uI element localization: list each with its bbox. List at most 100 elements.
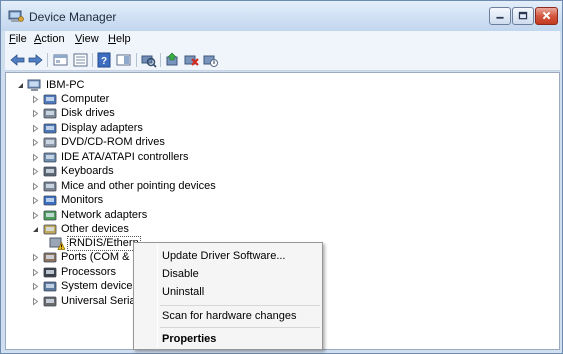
tree-item-monitors[interactable]: Monitors (31, 193, 103, 207)
tree-item-disk-drives[interactable]: Disk drives (31, 106, 115, 120)
usb-icon (43, 296, 57, 306)
expand-arrow-icon[interactable] (31, 297, 40, 306)
tree-item-dvd-cd-rom-drives[interactable]: DVD/CD-ROM drives (31, 135, 165, 149)
dvd-drive-icon (43, 137, 57, 147)
expand-arrow-icon[interactable] (31, 196, 40, 205)
display-adapter-icon (43, 123, 57, 133)
tree-item-label: IDE ATA/ATAPI controllers (61, 150, 189, 163)
toolbar: ? (5, 49, 560, 71)
menu-scan-hardware-changes[interactable]: Scan for hardware changes (136, 306, 320, 326)
close-icon (542, 11, 551, 20)
tree-item-network-adapters[interactable]: Network adapters (31, 208, 147, 222)
help-icon[interactable]: ? (96, 52, 113, 68)
computer-icon (43, 94, 57, 104)
tree-item-ide-ata-atapi-controllers[interactable]: IDE ATA/ATAPI controllers (31, 150, 189, 164)
minimize-icon (496, 16, 504, 19)
tree-item-rndis[interactable]: RNDIS/Ethern (49, 235, 141, 251)
menu-bar: File Action View Help (5, 31, 560, 49)
menu-action[interactable]: Action (34, 33, 65, 45)
tree-item-universal-serial-i[interactable]: Universal Serial I (31, 294, 144, 308)
title-bar[interactable]: Device Manager (1, 1, 562, 31)
back-icon[interactable] (9, 52, 26, 68)
update-driver-icon[interactable] (164, 52, 181, 68)
menu-help[interactable]: Help (108, 33, 131, 45)
warning-device-icon (49, 237, 65, 250)
forward-icon[interactable] (27, 52, 44, 68)
tree-item-computer[interactable]: Computer (31, 92, 109, 106)
tree-item-label: Universal Serial I (61, 294, 145, 307)
menu-file[interactable]: File (9, 33, 27, 45)
toolbar-separator (160, 53, 161, 67)
keyboard-icon (43, 166, 57, 176)
tree-item-mice-and-other-pointing-devices[interactable]: Mice and other pointing devices (31, 179, 216, 193)
toolbar-separator (92, 53, 93, 67)
menu-disable[interactable]: Disable (136, 264, 320, 284)
toolbar-separator (136, 53, 137, 67)
tree-item-processors[interactable]: Processors (31, 265, 116, 279)
expand-arrow-icon[interactable] (31, 138, 40, 147)
collapse-arrow-icon[interactable] (31, 225, 40, 234)
computer-root-icon (27, 79, 41, 91)
expand-arrow-icon[interactable] (31, 95, 40, 104)
tree-item-ports-com-l[interactable]: Ports (COM & L (31, 250, 139, 264)
scan-hardware-icon[interactable] (140, 52, 157, 68)
svg-text:?: ? (101, 56, 107, 67)
expand-arrow-icon[interactable] (31, 182, 40, 191)
expand-arrow-icon[interactable] (31, 268, 40, 277)
expand-arrow-icon[interactable] (31, 211, 40, 220)
expand-arrow-icon[interactable] (31, 124, 40, 133)
disable-icon[interactable] (202, 52, 219, 68)
context-menu-separator (160, 327, 320, 328)
tree-item-label: Disk drives (61, 106, 115, 119)
tree-item-label: Processors (61, 265, 117, 278)
expand-arrow-icon[interactable] (31, 282, 40, 291)
tree-item-label: Mice and other pointing devices (61, 179, 216, 192)
tree-item-label: Network adapters (61, 208, 148, 221)
ide-controller-icon (43, 152, 57, 162)
other-devices-icon (43, 224, 57, 234)
menu-view[interactable]: View (75, 33, 99, 45)
action-pane-icon[interactable] (115, 52, 132, 68)
context-menu: Update Driver Software... Disable Uninst… (133, 242, 323, 350)
window-title: Device Manager (29, 10, 117, 24)
tree-item-keyboards[interactable]: Keyboards (31, 164, 114, 178)
tree-item-label: Keyboards (61, 164, 114, 177)
show-hide-tree-icon[interactable] (72, 52, 89, 68)
menu-uninstall[interactable]: Uninstall (136, 282, 320, 302)
toolbar-separator (47, 53, 48, 67)
maximize-icon (518, 11, 528, 20)
menu-properties[interactable]: Properties (136, 329, 320, 349)
menu-update-driver-software[interactable]: Update Driver Software... (136, 246, 320, 266)
close-button[interactable] (535, 7, 558, 25)
tree-item-other-devices[interactable]: Other devices (31, 222, 129, 236)
properties-console-icon[interactable] (52, 52, 69, 68)
expand-arrow-icon[interactable] (31, 167, 40, 176)
expand-arrow-icon[interactable] (31, 153, 40, 162)
tree-item-label: Computer (61, 92, 110, 105)
tree-root-label: IBM-PC (46, 78, 85, 91)
processor-icon (43, 267, 57, 277)
expand-arrow-icon[interactable] (31, 253, 40, 262)
monitor-icon (43, 195, 57, 205)
system-device-icon (43, 281, 57, 291)
tree-item-label: RNDIS/Ethern (67, 235, 141, 251)
device-manager-window: Device Manager File Action View Help ? I… (0, 0, 563, 354)
tree-item-label: DVD/CD-ROM drives (61, 135, 165, 148)
uninstall-icon[interactable] (183, 52, 200, 68)
tree-root[interactable]: IBM-PC (16, 78, 85, 92)
tree-item-system-devices[interactable]: System devices (31, 279, 138, 293)
port-icon (43, 252, 57, 262)
tree-item-label: Monitors (61, 193, 104, 206)
tree-item-label: Ports (COM & L (61, 250, 139, 263)
device-manager-icon (8, 10, 24, 22)
tree-item-label: Other devices (61, 222, 129, 235)
minimize-button[interactable] (489, 7, 511, 25)
collapse-arrow-icon[interactable] (16, 81, 25, 90)
expand-arrow-icon[interactable] (31, 109, 40, 118)
mouse-icon (43, 181, 57, 191)
tree-item-display-adapters[interactable]: Display adapters (31, 121, 143, 135)
network-adapter-icon (43, 210, 57, 220)
disk-drive-icon (43, 108, 57, 118)
tree-item-label: Display adapters (61, 121, 143, 134)
maximize-button[interactable] (512, 7, 534, 25)
